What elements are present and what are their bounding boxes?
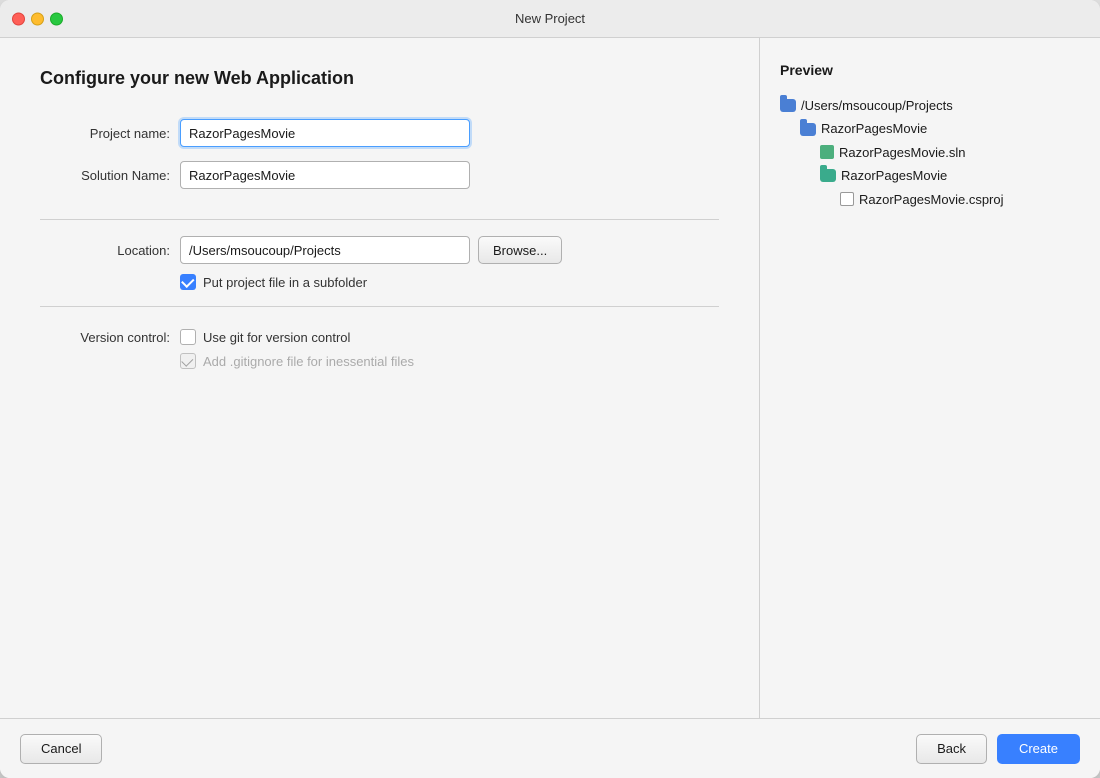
- form-section: Project name: Solution Name: Location: B…: [40, 119, 719, 377]
- file-tree: /Users/msoucoup/Projects RazorPagesMovie…: [780, 94, 1080, 211]
- tree-item: RazorPagesMovie: [780, 164, 1080, 187]
- version-control-label: Version control:: [40, 329, 170, 345]
- tree-item: RazorPagesMovie: [780, 117, 1080, 140]
- use-git-row: Use git for version control: [180, 329, 414, 345]
- cancel-button[interactable]: Cancel: [20, 734, 102, 764]
- version-control-row: Version control: Use git for version con…: [40, 329, 719, 369]
- add-gitignore-checkbox: [180, 353, 196, 369]
- divider-2: [40, 306, 719, 307]
- window-title: New Project: [515, 11, 585, 26]
- vc-options: Use git for version control Add .gitigno…: [180, 329, 414, 369]
- subfolder-checkbox[interactable]: [180, 274, 196, 290]
- back-button[interactable]: Back: [916, 734, 987, 764]
- tree-item: RazorPagesMovie.csproj: [780, 188, 1080, 211]
- use-git-checkbox[interactable]: [180, 329, 196, 345]
- project-name-label: Project name:: [40, 126, 170, 141]
- add-gitignore-row: Add .gitignore file for inessential file…: [180, 353, 414, 369]
- solution-name-label: Solution Name:: [40, 168, 170, 183]
- maximize-button[interactable]: [50, 12, 63, 25]
- create-button[interactable]: Create: [997, 734, 1080, 764]
- tree-item-label: RazorPagesMovie.sln: [839, 141, 965, 164]
- tree-item: RazorPagesMovie.sln: [780, 141, 1080, 164]
- csproj-icon: [840, 192, 854, 206]
- folder-icon: [820, 169, 836, 182]
- tree-item-label: RazorPagesMovie: [821, 117, 927, 140]
- page-title: Configure your new Web Application: [40, 68, 719, 89]
- footer-right-buttons: Back Create: [916, 734, 1080, 764]
- project-name-row: Project name:: [40, 119, 719, 147]
- add-gitignore-label: Add .gitignore file for inessential file…: [203, 354, 414, 369]
- solution-name-input[interactable]: [180, 161, 470, 189]
- subfolder-label: Put project file in a subfolder: [203, 275, 367, 290]
- location-row: Location: Browse...: [40, 236, 719, 264]
- location-label: Location:: [40, 243, 170, 258]
- browse-button[interactable]: Browse...: [478, 236, 562, 264]
- minimize-button[interactable]: [31, 12, 44, 25]
- solution-name-row: Solution Name:: [40, 161, 719, 189]
- title-bar: New Project: [0, 0, 1100, 38]
- divider-1: [40, 219, 719, 220]
- traffic-lights: [12, 12, 63, 25]
- preview-panel: Preview /Users/msoucoup/Projects RazorPa…: [760, 38, 1100, 718]
- preview-title: Preview: [780, 62, 1080, 78]
- location-input[interactable]: [180, 236, 470, 264]
- folder-icon: [800, 123, 816, 136]
- tree-item-label: RazorPagesMovie: [841, 164, 947, 187]
- tree-item: /Users/msoucoup/Projects: [780, 94, 1080, 117]
- tree-item-label: RazorPagesMovie.csproj: [859, 188, 1004, 211]
- sln-icon: [820, 145, 834, 159]
- subfolder-row: Put project file in a subfolder: [180, 274, 719, 290]
- tree-item-label: /Users/msoucoup/Projects: [801, 94, 953, 117]
- project-name-input[interactable]: [180, 119, 470, 147]
- window: New Project Configure your new Web Appli…: [0, 0, 1100, 778]
- main-panel: Configure your new Web Application Proje…: [0, 38, 760, 718]
- footer: Cancel Back Create: [0, 718, 1100, 778]
- use-git-label: Use git for version control: [203, 330, 350, 345]
- close-button[interactable]: [12, 12, 25, 25]
- content-area: Configure your new Web Application Proje…: [0, 38, 1100, 718]
- folder-icon: [780, 99, 796, 112]
